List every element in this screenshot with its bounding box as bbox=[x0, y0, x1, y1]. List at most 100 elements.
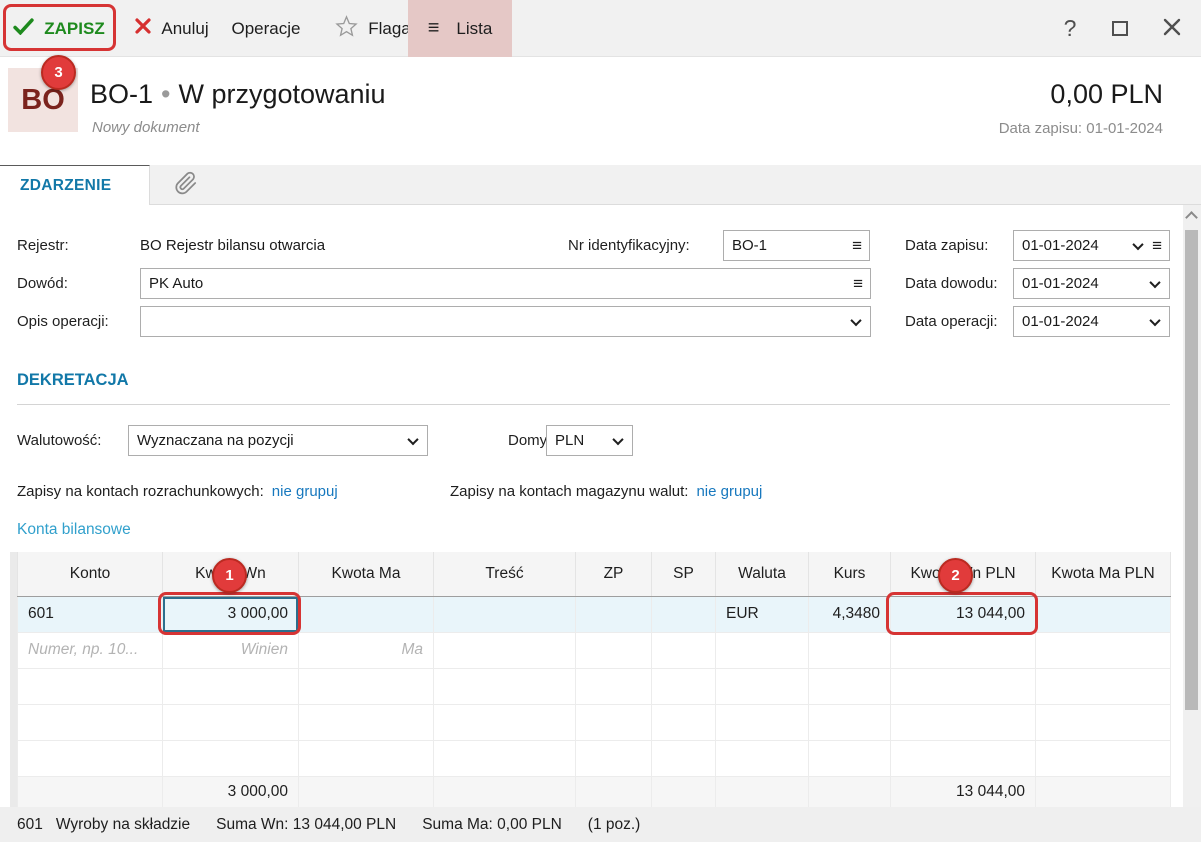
empty-cell[interactable] bbox=[575, 703, 652, 741]
tab-zdarzenie[interactable]: ZDARZENIE bbox=[0, 165, 150, 205]
col-header-kwota-ma[interactable]: Kwota Ma bbox=[298, 552, 434, 597]
empty-cell[interactable] bbox=[575, 667, 652, 705]
col-header-tresc[interactable]: Treść bbox=[433, 552, 576, 597]
cell-sp[interactable] bbox=[651, 595, 716, 633]
col-header-kwota-wn-pln[interactable]: Kwota Wn PLN bbox=[890, 552, 1036, 597]
empty-cell[interactable] bbox=[651, 667, 716, 705]
empty-cell[interactable] bbox=[715, 703, 809, 741]
table-row-empty[interactable] bbox=[17, 739, 1171, 777]
maximize-button[interactable] bbox=[1102, 0, 1138, 57]
cell-kwota-ma-pln[interactable] bbox=[1035, 595, 1171, 633]
empty-cell[interactable] bbox=[298, 739, 434, 777]
empty-cell[interactable] bbox=[651, 703, 716, 741]
empty-cell[interactable] bbox=[715, 667, 809, 705]
new-entry-empty-cell[interactable] bbox=[808, 631, 891, 669]
empty-cell[interactable] bbox=[162, 667, 299, 705]
sum-cell bbox=[17, 775, 163, 808]
col-header-kwota-ma-pln[interactable]: Kwota Ma PLN bbox=[1035, 552, 1171, 597]
konta-bilansowe-link[interactable]: Konta bilansowe bbox=[17, 521, 131, 539]
opis-operacji-chevron-down-icon[interactable] bbox=[850, 314, 862, 326]
cell-kwota-ma[interactable] bbox=[298, 595, 434, 633]
data-zapisu-chevron-down-icon[interactable] bbox=[1132, 238, 1144, 250]
new-entry-ma-placeholder[interactable]: Ma bbox=[298, 631, 434, 669]
nr-identyfikacyjny-menu-icon[interactable]: ≡ bbox=[852, 236, 862, 256]
list-button[interactable]: ≡ Lista bbox=[408, 0, 512, 57]
opis-operacji-field[interactable] bbox=[140, 306, 871, 337]
empty-cell[interactable] bbox=[433, 667, 576, 705]
new-entry-empty-cell[interactable] bbox=[1035, 631, 1171, 669]
data-dowodu-chevron-down-icon[interactable] bbox=[1149, 276, 1161, 288]
table-row-selected[interactable]: 601 3 000,00 EUR 4,3480 13 044,00 bbox=[17, 595, 1171, 633]
col-header-zp[interactable]: ZP bbox=[575, 552, 652, 597]
walutowosc-select[interactable]: Wyznaczana na pozycji bbox=[128, 425, 428, 456]
vertical-scrollbar[interactable] bbox=[1183, 205, 1201, 807]
cell-zp[interactable] bbox=[575, 595, 652, 633]
dowod-field[interactable]: ≡ bbox=[140, 268, 871, 299]
new-entry-empty-cell[interactable] bbox=[651, 631, 716, 669]
scroll-up-icon[interactable] bbox=[1185, 211, 1198, 224]
cell-waluta[interactable]: EUR bbox=[715, 595, 809, 633]
close-button[interactable] bbox=[1152, 0, 1192, 57]
data-zapisu-field[interactable]: 01-01-2024 ≡ bbox=[1013, 230, 1170, 261]
magazyn-walut-nie-grupuj-link[interactable]: nie grupuj bbox=[696, 483, 762, 500]
cancel-button[interactable]: Anuluj bbox=[124, 0, 220, 57]
col-header-kwota-wn[interactable]: Kwota Wn bbox=[162, 552, 299, 597]
table-row-empty[interactable] bbox=[17, 667, 1171, 705]
rozrachunkowe-nie-grupuj-link[interactable]: nie grupuj bbox=[272, 483, 338, 500]
empty-cell[interactable] bbox=[651, 739, 716, 777]
dowod-menu-icon[interactable]: ≡ bbox=[853, 274, 863, 294]
data-zapisu-menu-icon[interactable]: ≡ bbox=[1152, 236, 1162, 256]
empty-cell[interactable] bbox=[715, 739, 809, 777]
empty-cell[interactable] bbox=[433, 703, 576, 741]
empty-cell[interactable] bbox=[890, 703, 1036, 741]
col-header-waluta[interactable]: Waluta bbox=[715, 552, 809, 597]
table-row-new-entry[interactable]: Numer, np. 10... Winien Ma bbox=[17, 631, 1171, 669]
col-header-konto[interactable]: Konto bbox=[17, 552, 163, 597]
cell-konto[interactable]: 601 bbox=[17, 595, 163, 633]
empty-cell[interactable] bbox=[808, 703, 891, 741]
cell-kurs[interactable]: 4,3480 bbox=[808, 595, 891, 633]
col-header-sp[interactable]: SP bbox=[651, 552, 716, 597]
empty-cell[interactable] bbox=[162, 703, 299, 741]
cell-kwota-wn[interactable]: 3 000,00 bbox=[162, 595, 299, 633]
table-row-empty[interactable] bbox=[17, 703, 1171, 741]
new-entry-empty-cell[interactable] bbox=[433, 631, 576, 669]
empty-cell[interactable] bbox=[298, 667, 434, 705]
save-button[interactable]: ZAPISZ bbox=[6, 0, 112, 57]
empty-cell[interactable] bbox=[575, 739, 652, 777]
col-header-kurs[interactable]: Kurs bbox=[808, 552, 891, 597]
empty-cell[interactable] bbox=[1035, 703, 1171, 741]
empty-cell[interactable] bbox=[17, 703, 163, 741]
data-operacji-chevron-down-icon[interactable] bbox=[1149, 314, 1161, 326]
nr-identyfikacyjny-field[interactable]: ≡ bbox=[723, 230, 870, 261]
empty-cell[interactable] bbox=[17, 667, 163, 705]
empty-cell[interactable] bbox=[298, 703, 434, 741]
cell-kwota-wn-pln[interactable]: 13 044,00 bbox=[890, 595, 1036, 633]
new-entry-empty-cell[interactable] bbox=[575, 631, 652, 669]
empty-cell[interactable] bbox=[808, 667, 891, 705]
new-entry-empty-cell[interactable] bbox=[715, 631, 809, 669]
opis-operacji-input[interactable] bbox=[141, 307, 852, 336]
new-entry-empty-cell[interactable] bbox=[890, 631, 1036, 669]
empty-cell[interactable] bbox=[1035, 667, 1171, 705]
tab-attachments[interactable] bbox=[150, 165, 222, 205]
flag-button[interactable]: Flaga bbox=[328, 0, 418, 57]
nr-identyfikacyjny-input[interactable] bbox=[724, 231, 853, 260]
data-dowodu-field[interactable]: 01-01-2024 bbox=[1013, 268, 1170, 299]
new-entry-winien-placeholder[interactable]: Winien bbox=[162, 631, 299, 669]
empty-cell[interactable] bbox=[162, 739, 299, 777]
data-operacji-field[interactable]: 01-01-2024 bbox=[1013, 306, 1170, 337]
domyslnie-select[interactable]: PLN bbox=[546, 425, 633, 456]
scrollbar-thumb[interactable] bbox=[1185, 230, 1198, 710]
empty-cell[interactable] bbox=[1035, 739, 1171, 777]
empty-cell[interactable] bbox=[890, 739, 1036, 777]
cell-tresc[interactable] bbox=[433, 595, 576, 633]
empty-cell[interactable] bbox=[433, 739, 576, 777]
dowod-input[interactable] bbox=[141, 269, 854, 298]
empty-cell[interactable] bbox=[890, 667, 1036, 705]
operations-button[interactable]: Operacje bbox=[226, 0, 306, 57]
empty-cell[interactable] bbox=[808, 739, 891, 777]
empty-cell[interactable] bbox=[17, 739, 163, 777]
new-entry-konto-placeholder[interactable]: Numer, np. 10... bbox=[17, 631, 163, 669]
help-button[interactable]: ? bbox=[1052, 0, 1088, 57]
